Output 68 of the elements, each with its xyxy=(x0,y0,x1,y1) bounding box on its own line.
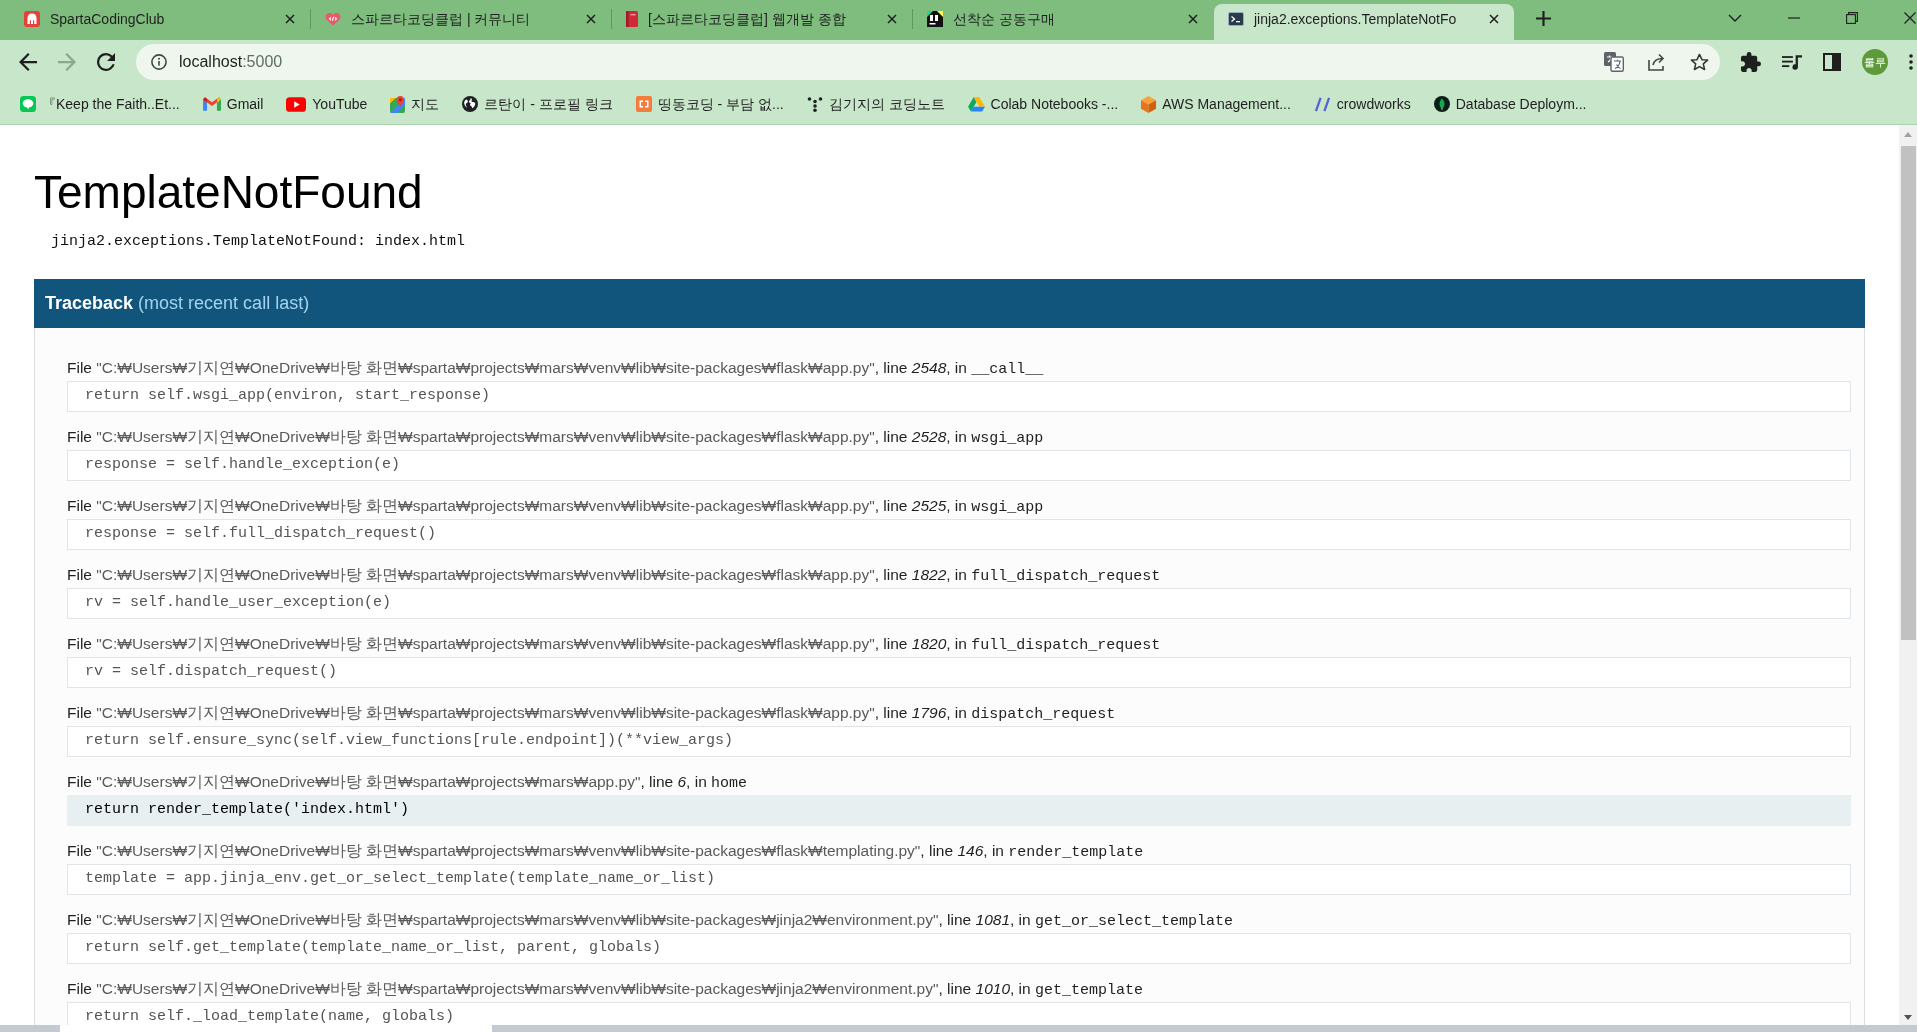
globe-icon xyxy=(462,96,479,112)
triangle-logo-icon xyxy=(967,96,985,112)
bookmark-item[interactable]: crowdworks xyxy=(1307,90,1417,118)
square-logo-icon xyxy=(635,96,652,112)
mail-icon xyxy=(202,97,221,111)
bookmark-item[interactable]: Colab Notebooks -... xyxy=(961,90,1125,118)
close-icon[interactable] xyxy=(1904,12,1916,24)
caret-down-icon[interactable] xyxy=(1728,14,1742,22)
frame-location: File "C:₩Users₩기지연₩OneDrive₩바탕 화면₩sparta₩projects₩mars₩venv₩lib₩site-packages₩flask₩app.py", line 1796, in dispatch_request xyxy=(67,703,1117,725)
play-button-icon xyxy=(286,96,307,112)
translate-icon[interactable] xyxy=(1604,52,1624,72)
frame-location: File "C:₩Users₩기지연₩OneDrive₩바탕 화면₩sparta₩projects₩mars₩venv₩lib₩site-packages₩flask₩app.py", line 1820, in full_dispatch_request xyxy=(67,634,1162,656)
bookmark-item[interactable]: Database Deploym... xyxy=(1427,90,1593,118)
bookmark-item[interactable]: 띵동코딩 - 부담 없... xyxy=(629,90,790,118)
chat-bubble-icon xyxy=(20,96,36,112)
share-icon[interactable] xyxy=(1647,53,1667,71)
close-icon[interactable] xyxy=(1188,14,1198,24)
browser-tab[interactable]: 선착순 공동구매 xyxy=(913,4,1213,40)
horizontal-scrollbar-thumb[interactable] xyxy=(60,1025,492,1032)
bookmark-item[interactable]: 『Keep the Faith..Et... xyxy=(14,90,186,118)
bookmark-item[interactable]: 지도 xyxy=(384,90,446,118)
frame-location: File "C:₩Users₩기지연₩OneDrive₩바탕 화면₩sparta₩projects₩mars₩venv₩lib₩site-packages₩jinja2₩environment.py", line 1081, in get_or_select_template xyxy=(67,910,1235,932)
star-icon[interactable] xyxy=(1690,53,1709,71)
error-title: TemplateNotFound xyxy=(34,166,424,219)
scroll-down-icon[interactable] xyxy=(1904,1015,1912,1020)
menu-icon[interactable] xyxy=(1909,54,1913,70)
frame-location: File "C:₩Users₩기지연₩OneDrive₩바탕 화면₩sparta₩projects₩mars₩venv₩lib₩site-packages₩flask₩app.py", line 2528, in wsgi_app xyxy=(67,427,1045,449)
playlist-icon[interactable] xyxy=(1782,54,1802,70)
dots-icon xyxy=(806,96,823,112)
browser-tab[interactable]: SpartaCodingClub xyxy=(10,4,310,40)
info-icon[interactable] xyxy=(151,54,167,70)
puzzle-icon[interactable] xyxy=(1741,52,1761,72)
close-icon[interactable] xyxy=(1489,14,1499,24)
slashes-icon xyxy=(1313,96,1331,112)
bookmark-item[interactable]: YouTube xyxy=(280,90,374,118)
error-message: jinja2.exceptions.TemplateNotFound: index.html xyxy=(51,232,467,252)
bookmark-item[interactable]: 르탄이 - 프로필 링크 xyxy=(456,90,619,118)
heart-code-icon xyxy=(325,12,341,26)
reload-icon[interactable] xyxy=(97,53,115,71)
traceback-header: Traceback (most recent call last) xyxy=(34,279,1865,328)
frame-location: File "C:₩Users₩기지연₩OneDrive₩바탕 화면₩sparta₩projects₩mars₩venv₩lib₩site-packages₩flask₩app.py", line 1822, in full_dispatch_request xyxy=(67,565,1162,587)
scrollbar-thumb[interactable] xyxy=(1900,146,1916,640)
close-icon[interactable] xyxy=(285,14,295,24)
leaf-icon xyxy=(1433,96,1450,112)
frame-location: File "C:₩Users₩기지연₩OneDrive₩바탕 화면₩sparta₩projects₩mars₩venv₩lib₩site-packages₩flask₩app.py", line 2525, in wsgi_app xyxy=(67,496,1045,518)
restore-icon[interactable] xyxy=(1846,12,1858,24)
bookmark-item[interactable]: AWS Management... xyxy=(1135,90,1297,118)
close-icon[interactable] xyxy=(887,14,897,24)
plus-icon[interactable] xyxy=(1536,11,1551,26)
address-bar[interactable]: localhost:5000 xyxy=(136,44,1720,80)
frame-location: File "C:₩Users₩기지연₩OneDrive₩바탕 화면₩sparta₩projects₩mars₩venv₩lib₩site-packages₩flask₩app.py", line 2548, in __call__ xyxy=(67,358,1045,380)
map-pin-icon xyxy=(390,95,406,113)
frame-location: File "C:₩Users₩기지연₩OneDrive₩바탕 화면₩sparta₩projects₩mars₩venv₩lib₩site-packages₩flask₩templating.py", line 146, in render_template xyxy=(67,841,1145,863)
browser-tab[interactable]: 스파르타코딩클럽 | 커뮤니티 xyxy=(311,4,611,40)
frame-location: File "C:₩Users₩기지연₩OneDrive₩바탕 화면₩sparta₩projects₩mars₩app.py", line 6, in home xyxy=(67,772,749,794)
browser-tab[interactable]: jinja2.exceptions.TemplateNotFo xyxy=(1214,4,1514,40)
side-panel-icon[interactable] xyxy=(1823,53,1841,71)
frame-location: File "C:₩Users₩기지연₩OneDrive₩바탕 화면₩sparta₩projects₩mars₩venv₩lib₩site-packages₩jinja2₩environment.py", line 1010, in get_template xyxy=(67,979,1145,1001)
bookmark-item[interactable]: Gmail xyxy=(196,90,270,118)
bookmark-item[interactable]: 김기지의 코딩노트 xyxy=(800,90,951,118)
close-icon[interactable] xyxy=(586,14,596,24)
terminal-icon xyxy=(1228,11,1244,27)
back-arrow-icon[interactable] xyxy=(19,53,37,71)
browser-tab[interactable]: [스파르타코딩클럽] 웹개발 종합 xyxy=(612,4,912,40)
cube-icon xyxy=(1141,95,1157,113)
book-icon xyxy=(626,11,638,27)
square-logo-icon xyxy=(927,11,943,27)
helmet-icon xyxy=(24,11,40,27)
